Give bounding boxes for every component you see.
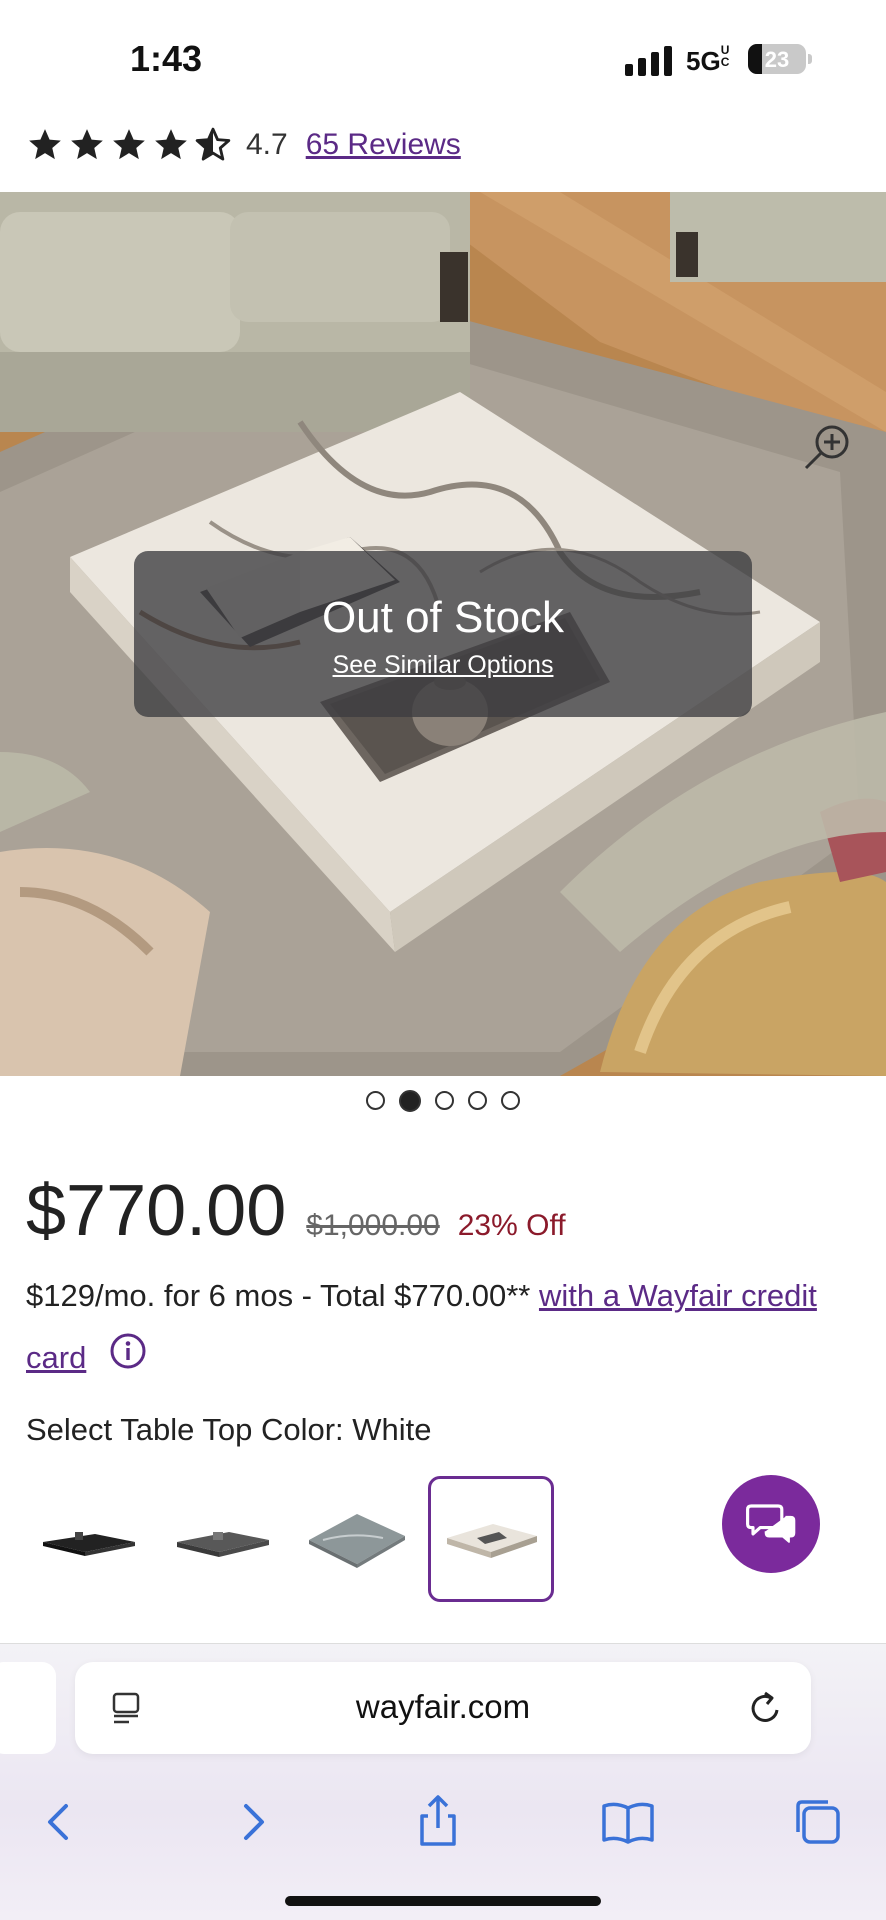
browser-chrome: wayfair.com <box>0 1643 886 1920</box>
pagination-dot[interactable] <box>366 1091 385 1110</box>
forward-icon[interactable] <box>222 1792 282 1852</box>
network-type: 5GUC <box>686 43 730 76</box>
discount-badge: 23% Off <box>457 1209 566 1242</box>
pagination-dot-active[interactable] <box>399 1089 421 1112</box>
bookmarks-icon[interactable] <box>598 1792 658 1852</box>
previous-tab-edge[interactable] <box>0 1662 56 1754</box>
status-time: 1:43 <box>130 38 203 79</box>
share-icon[interactable] <box>408 1792 468 1852</box>
battery-icon: 23 <box>748 44 806 74</box>
out-of-stock-overlay: Out of Stock See Similar Options <box>134 551 752 717</box>
swatch-white[interactable] <box>428 1476 554 1602</box>
reload-icon[interactable] <box>745 1688 785 1728</box>
original-price: $1,000.00 <box>306 1209 440 1242</box>
battery-tip <box>808 54 812 64</box>
swatch-marble-gray[interactable] <box>294 1476 420 1602</box>
star-full-icon <box>68 126 106 164</box>
chat-button[interactable] <box>722 1475 820 1573</box>
option-label: Select Table Top Color: White <box>26 1412 432 1447</box>
url-text: wayfair.com <box>355 1688 531 1725</box>
see-similar-options-link[interactable]: See Similar Options <box>333 651 554 680</box>
pagination-dot[interactable] <box>501 1091 520 1110</box>
pagination-dot[interactable] <box>435 1091 454 1110</box>
current-price: $770.00 <box>26 1171 287 1251</box>
image-pagination <box>0 1089 886 1112</box>
swatch-gray[interactable] <box>160 1476 286 1602</box>
star-half-icon <box>194 126 232 164</box>
zoom-in-icon[interactable] <box>800 420 856 476</box>
chat-bubbles-icon <box>746 1504 796 1543</box>
financing-text: $129/mo. for 6 mos - Total $770.00** <box>26 1278 539 1313</box>
star-full-icon <box>110 126 148 164</box>
financing-offer: $129/mo. for 6 mos - Total $770.00** wit… <box>26 1265 846 1389</box>
info-icon[interactable] <box>109 1329 147 1369</box>
pagination-dot[interactable] <box>468 1091 487 1110</box>
rating-row: 4.7 65 Reviews <box>26 122 461 168</box>
browser-toolbar <box>0 1772 886 1872</box>
home-indicator <box>285 1896 601 1906</box>
out-of-stock-title: Out of Stock <box>321 593 565 642</box>
back-icon[interactable] <box>30 1792 90 1852</box>
cellular-signal-icon <box>625 46 672 76</box>
tabs-icon[interactable] <box>788 1792 848 1852</box>
star-full-icon <box>26 126 64 164</box>
star-rating <box>26 126 232 164</box>
address-bar[interactable]: wayfair.com <box>75 1662 811 1754</box>
star-full-icon <box>152 126 190 164</box>
price-row: $770.00 $1,000.00 23% Off <box>26 1170 566 1252</box>
color-swatches <box>26 1476 554 1602</box>
network-suffix: UC <box>720 43 730 69</box>
status-bar: 1:43 5GUC 23 <box>0 0 886 110</box>
battery-level: 23 <box>764 47 790 72</box>
rating-value: 4.7 <box>246 128 288 161</box>
swatch-black[interactable] <box>26 1476 152 1602</box>
reviews-link[interactable]: 65 Reviews <box>306 128 461 162</box>
